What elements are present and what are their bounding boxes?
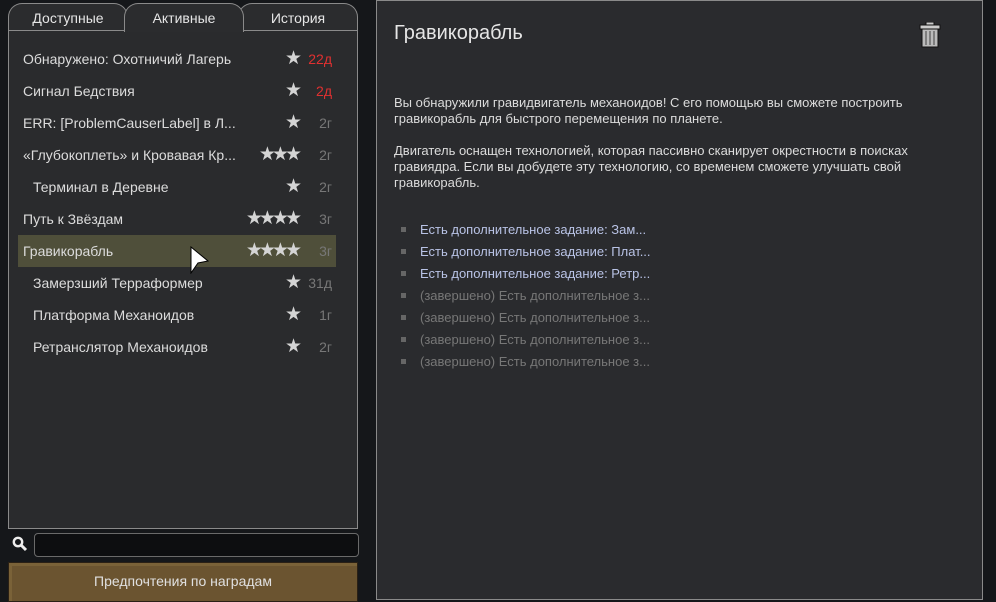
objective-item[interactable]: Есть дополнительное задание: Плат... xyxy=(401,241,651,263)
quest-detail-panel: Гравикорабль Вы обнаружили гравидвигател… xyxy=(376,0,983,600)
quest-title: Гравикорабль xyxy=(394,22,523,44)
star-icon: ★ xyxy=(284,176,302,197)
search-input[interactable] xyxy=(34,533,359,557)
quest-label: Путь к Звёздам xyxy=(23,211,124,227)
objective-item: (завершено) Есть дополнительное з... xyxy=(401,329,651,351)
tab-active[interactable]: Активные xyxy=(124,3,244,32)
quest-row[interactable]: Ретранслятор Механоидов ★ 2г xyxy=(18,331,336,363)
star-icon: ★ xyxy=(284,304,302,325)
objective-item[interactable]: Есть дополнительное задание: Ретр... xyxy=(401,263,651,285)
star-icon: ★ xyxy=(284,48,302,69)
quest-time-remaining: 22д xyxy=(308,51,332,67)
star-icon: ★ xyxy=(284,80,302,101)
objective-item: (завершено) Есть дополнительное з... xyxy=(401,285,651,307)
quest-time-remaining: 3г xyxy=(319,243,332,259)
quest-row[interactable]: ERR: [ProblemCauserLabel] в Л... ★ 2г xyxy=(18,107,336,139)
quest-label: Обнаружено: Охотничий Лагерь xyxy=(23,51,232,67)
objective-item: (завершено) Есть дополнительное з... xyxy=(401,351,651,373)
trash-icon[interactable] xyxy=(919,22,941,48)
quest-row[interactable]: Терминал в Деревне ★ 2г xyxy=(18,171,336,203)
mouse-cursor-icon xyxy=(190,246,210,274)
quest-time-remaining: 2г xyxy=(319,339,332,355)
quest-label: Сигнал Бедствия xyxy=(23,83,135,99)
quest-time-remaining: 2г xyxy=(319,147,332,163)
quest-description: Вы обнаружили гравидвигатель механоидов!… xyxy=(394,95,964,207)
quest-row[interactable]: Гравикорабль ★★★★ 3г xyxy=(18,235,336,267)
star-icon: ★★★★ xyxy=(245,240,302,261)
quest-row[interactable]: Замерзший Терраформер ★ 31д xyxy=(18,267,336,299)
tab-history[interactable]: История xyxy=(238,3,358,31)
quest-label: Терминал в Деревне xyxy=(33,179,169,195)
quest-label: «Глубокоплеть» и Кровавая Кр... xyxy=(23,147,236,163)
description-paragraph: Вы обнаружили гравидвигатель механоидов!… xyxy=(394,95,903,126)
quest-row[interactable]: Сигнал Бедствия ★ 2д xyxy=(18,75,336,107)
objective-item: (завершено) Есть дополнительное з... xyxy=(401,307,651,329)
quest-time-remaining: 1г xyxy=(319,307,332,323)
quest-row[interactable]: Путь к Звёздам ★★★★ 3г xyxy=(18,203,336,235)
objectives-list: Есть дополнительное задание: Зам... Есть … xyxy=(401,219,651,373)
quest-time-remaining: 31д xyxy=(308,275,332,291)
description-paragraph: Двигатель оснащен технологией, которая п… xyxy=(394,143,908,190)
star-icon: ★ xyxy=(284,272,302,293)
quest-row[interactable]: Платформа Механоидов ★ 1г xyxy=(18,299,336,331)
objective-item[interactable]: Есть дополнительное задание: Зам... xyxy=(401,219,651,241)
quest-time-remaining: 2г xyxy=(319,115,332,131)
quest-time-remaining: 2д xyxy=(316,83,332,99)
star-icon: ★ xyxy=(284,336,302,357)
quest-time-remaining: 2г xyxy=(319,179,332,195)
quest-label: ERR: [ProblemCauserLabel] в Л... xyxy=(23,115,236,131)
quest-label: Замерзший Терраформер xyxy=(33,275,203,291)
quest-label: Ретранслятор Механоидов xyxy=(33,339,208,355)
quest-label: Платформа Механоидов xyxy=(33,307,195,323)
quest-time-remaining: 3г xyxy=(319,211,332,227)
quest-row[interactable]: Обнаружено: Охотничий Лагерь ★ 22д xyxy=(18,43,336,75)
star-icon: ★★★★ xyxy=(245,208,302,229)
star-icon: ★★★ xyxy=(258,144,302,165)
tab-available[interactable]: Доступные xyxy=(8,3,128,31)
quest-label: Гравикорабль xyxy=(23,243,114,259)
reward-preferences-button[interactable]: Предпочтения по наградам xyxy=(8,562,358,602)
star-icon: ★ xyxy=(284,112,302,133)
search-icon xyxy=(12,536,28,552)
quest-list: Обнаружено: Охотничий Лагерь ★ 22д Сигнал Б… xyxy=(8,30,358,529)
quest-row[interactable]: «Глубокоплеть» и Кровавая Кр... ★★★ 2г xyxy=(18,139,336,171)
